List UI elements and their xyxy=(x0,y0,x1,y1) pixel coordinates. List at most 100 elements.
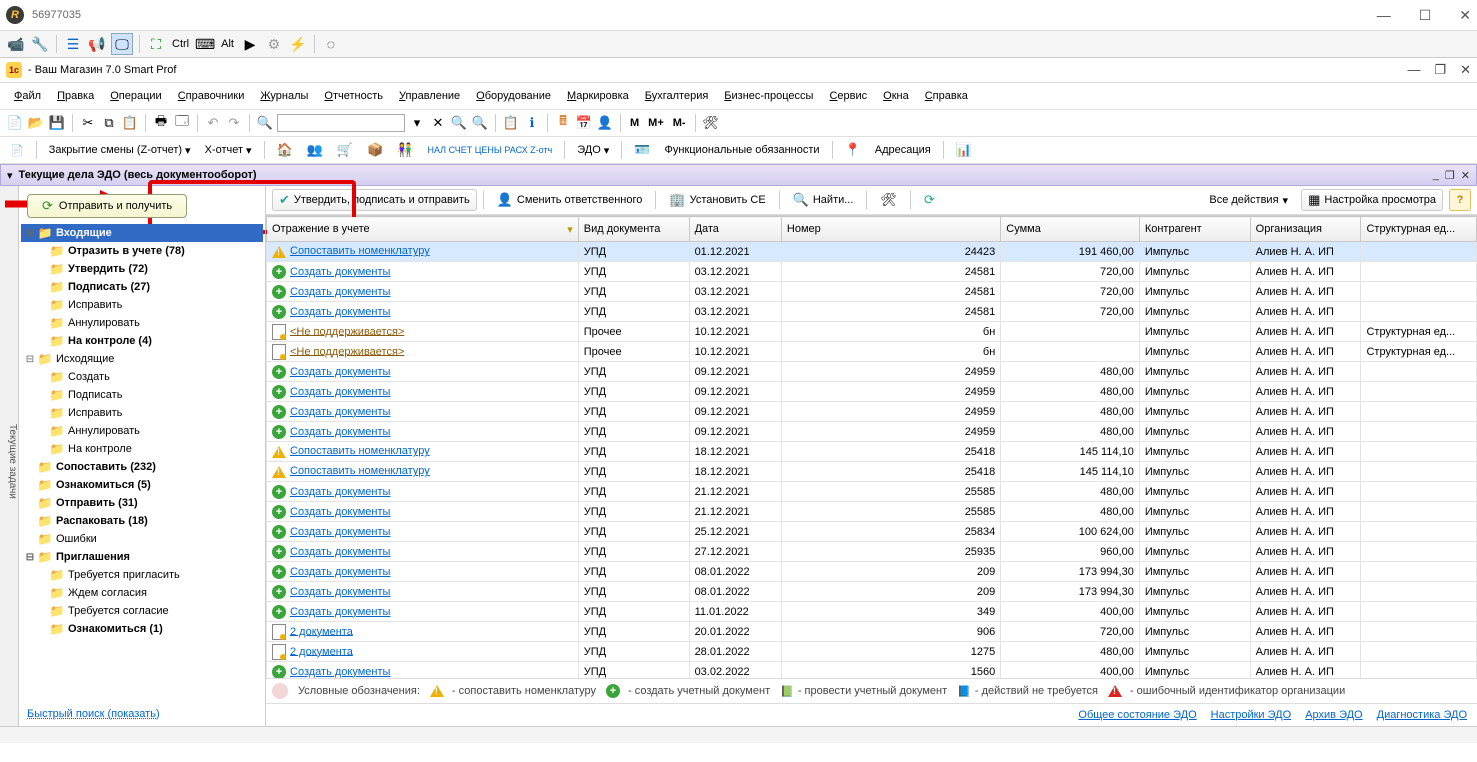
tree-item[interactable]: 📁Ознакомиться (5) xyxy=(21,476,263,494)
action-link[interactable]: Создать документы xyxy=(290,306,390,318)
action-link[interactable]: Создать документы xyxy=(290,286,390,298)
bolt-icon[interactable]: ⚡ xyxy=(288,34,308,54)
price-tags[interactable]: НАЛ СЧЕТ ЦЕНЫ РАСХ Z-отч xyxy=(423,140,556,160)
tree-item[interactable]: 📁Требуется согласие xyxy=(21,602,263,620)
tool1-button[interactable]: 🛠 xyxy=(873,189,904,211)
menu-управление[interactable]: Управление xyxy=(393,88,466,104)
doc-tool-icon[interactable]: 📄 xyxy=(6,140,28,160)
tree-item[interactable]: 📁Исправить xyxy=(21,404,263,422)
tree-item[interactable]: ⊟📁Приглашения xyxy=(21,548,263,566)
col-header[interactable]: Сумма xyxy=(1001,217,1140,242)
table-row[interactable]: +Создать документыУПД08.01.2022209173 99… xyxy=(267,582,1477,602)
pane-restore-icon[interactable]: ❐ xyxy=(1445,169,1455,182)
action-link[interactable]: 2 документа xyxy=(290,645,353,657)
help-button[interactable]: ? xyxy=(1449,189,1471,211)
inner-maximize-button[interactable]: ❐ xyxy=(1434,62,1446,78)
find-button[interactable]: 🔍Найти... xyxy=(786,189,861,211)
m-minus-button[interactable]: M- xyxy=(670,117,689,129)
change-responsible-button[interactable]: 👤Сменить ответственного xyxy=(490,189,650,211)
menu-бухгалтерия[interactable]: Бухгалтерия xyxy=(639,88,715,104)
tool-icon[interactable]: 🔧 xyxy=(30,34,50,54)
action-link[interactable]: Создать документы xyxy=(290,546,390,558)
tree-item[interactable]: 📁Подписать (27) xyxy=(21,278,263,296)
alt-key-icon[interactable]: Alt xyxy=(219,38,236,50)
footer-link[interactable]: Общее состояние ЭДО xyxy=(1078,709,1196,721)
table-row[interactable]: +Создать документыУПД03.12.202124581720,… xyxy=(267,262,1477,282)
redo-icon[interactable]: ↷ xyxy=(225,114,243,132)
new-icon[interactable]: 📄 xyxy=(6,114,24,132)
table-row[interactable]: <Не поддерживается>Прочее10.12.2021бнИмп… xyxy=(267,322,1477,342)
menu-файл[interactable]: Файл xyxy=(8,88,47,104)
tree-item[interactable]: 📁Утвердить (72) xyxy=(21,260,263,278)
table-row[interactable]: +Создать документыУПД03.12.202124581720,… xyxy=(267,282,1477,302)
table-row[interactable]: +Создать документыУПД09.12.202124959480,… xyxy=(267,402,1477,422)
tree-item[interactable]: 📁На контроле (4) xyxy=(21,332,263,350)
outer-close-button[interactable]: ✕ xyxy=(1459,7,1471,24)
table-row[interactable]: Сопоставить номенклатуруУПД01.12.2021244… xyxy=(267,242,1477,262)
menu-бизнес-процессы[interactable]: Бизнес-процессы xyxy=(718,88,819,104)
x-report-button[interactable]: X-отчет ▾ xyxy=(201,140,256,160)
action-link[interactable]: 2 документа xyxy=(290,625,353,637)
tree-item[interactable]: 📁Ознакомиться (1) xyxy=(21,620,263,638)
col-header[interactable]: Вид документа xyxy=(578,217,689,242)
user-icon[interactable]: 👤 xyxy=(596,114,614,132)
col-header[interactable]: Дата xyxy=(689,217,781,242)
table-row[interactable]: Сопоставить номенклатуруУПД18.12.2021254… xyxy=(267,442,1477,462)
expand-icon[interactable]: ⊟ xyxy=(23,552,37,563)
m-plus-button[interactable]: M+ xyxy=(645,117,667,129)
preview-icon[interactable]: 🗔 xyxy=(173,114,191,132)
ctrl-key-icon[interactable]: Ctrl xyxy=(170,38,191,50)
action-link[interactable]: Создать документы xyxy=(290,366,390,378)
table-row[interactable]: +Создать документыУПД11.01.2022349400,00… xyxy=(267,602,1477,622)
dropdown-icon[interactable]: ▾ xyxy=(408,114,426,132)
gear-icon[interactable]: ⚙ xyxy=(264,34,284,54)
menu-справочники[interactable]: Справочники xyxy=(172,88,251,104)
tree-item[interactable]: 📁Ошибки xyxy=(21,530,263,548)
outer-maximize-button[interactable]: ☐ xyxy=(1419,7,1432,24)
action-link[interactable]: Создать документы xyxy=(290,266,390,278)
refresh-grid-button[interactable]: ⟳ xyxy=(917,189,942,211)
table-row[interactable]: 2 документаУПД28.01.20221275480,00Импуль… xyxy=(267,642,1477,662)
action-link[interactable]: Сопоставить номенклатуру xyxy=(290,465,430,477)
menu-правка[interactable]: Правка xyxy=(51,88,100,104)
open-icon[interactable]: 📂 xyxy=(27,114,45,132)
table-row[interactable]: +Создать документыУПД09.12.202124959480,… xyxy=(267,382,1477,402)
fullscreen-icon[interactable]: ⛶ xyxy=(146,34,166,54)
tree-item[interactable]: 📁Подписать xyxy=(21,386,263,404)
action-link[interactable]: Создать документы xyxy=(290,426,390,438)
tree-item[interactable]: 📁Сопоставить (232) xyxy=(21,458,263,476)
table-row[interactable]: +Создать документыУПД21.12.202125585480,… xyxy=(267,482,1477,502)
action-link[interactable]: Создать документы xyxy=(290,586,390,598)
menu-операции[interactable]: Операции xyxy=(104,88,167,104)
clear-search-icon[interactable]: ✕ xyxy=(429,114,447,132)
edo-button[interactable]: ЭДО ▾ xyxy=(573,140,613,160)
addressing-button[interactable]: Адресация xyxy=(871,140,935,160)
outer-minimize-button[interactable]: — xyxy=(1377,7,1391,24)
documents-table[interactable]: Отражение в учете ▾Вид документаДатаНоме… xyxy=(266,216,1477,678)
table-row[interactable]: +Создать документыУПД03.02.20221560400,0… xyxy=(267,662,1477,679)
menu-отчетность[interactable]: Отчетность xyxy=(318,88,389,104)
calc-icon[interactable]: 🖩 xyxy=(554,114,572,132)
report-icon[interactable]: 📊 xyxy=(952,140,976,160)
footer-link[interactable]: Настройки ЭДО xyxy=(1211,709,1292,721)
table-row[interactable]: +Создать документыУПД21.12.202125585480,… xyxy=(267,502,1477,522)
table-row[interactable]: 2 документаУПД20.01.2022906720,00Импульс… xyxy=(267,622,1477,642)
search-back-icon[interactable]: 🔍 xyxy=(450,114,468,132)
all-actions-button[interactable]: Все действия ▾ xyxy=(1202,191,1295,210)
menu-маркировка[interactable]: Маркировка xyxy=(561,88,635,104)
idcard-icon[interactable]: 🪪 xyxy=(630,140,654,160)
inner-minimize-button[interactable]: — xyxy=(1407,62,1420,78)
col-header[interactable]: Структурная ед... xyxy=(1361,217,1477,242)
copy-icon[interactable]: ⧉ xyxy=(100,114,118,132)
action-link[interactable]: Создать документы xyxy=(290,486,390,498)
search-icon[interactable]: 🔍 xyxy=(256,114,274,132)
run-icon[interactable]: ▶ xyxy=(240,34,260,54)
save-icon[interactable]: 💾 xyxy=(48,114,66,132)
menu-окна[interactable]: Окна xyxy=(877,88,915,104)
m-button[interactable]: M xyxy=(627,117,642,129)
tree-item[interactable]: 📁Аннулировать xyxy=(21,422,263,440)
action-link[interactable]: Создать документы xyxy=(290,666,390,678)
action-link[interactable]: Сопоставить номенклатуру xyxy=(290,245,430,257)
table-row[interactable]: +Создать документыУПД25.12.202125834100 … xyxy=(267,522,1477,542)
home-icon[interactable]: 🏠 xyxy=(273,140,297,160)
